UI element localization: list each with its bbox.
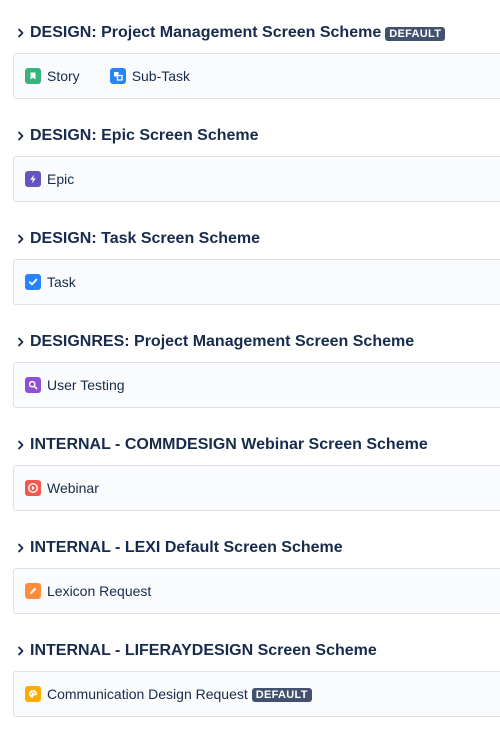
story-icon [25, 68, 41, 84]
scheme-title[interactable]: DESIGN: Epic Screen Scheme [30, 127, 259, 145]
chevron-right-icon[interactable] [17, 128, 29, 144]
scheme-header[interactable]: INTERNAL - LEXI Default Screen Scheme [17, 538, 343, 558]
communication-design-request-icon [25, 686, 41, 702]
issue-types-card: Task [13, 259, 500, 305]
issue-type-label: Task [47, 274, 76, 290]
issue-type-user-testing[interactable]: User Testing [25, 377, 125, 393]
default-badge: DEFAULT [251, 688, 312, 702]
issue-type-label: User Testing [47, 377, 125, 393]
webinar-icon [25, 480, 41, 496]
issue-type-lexicon-request[interactable]: Lexicon Request [25, 583, 151, 599]
user-testing-icon [25, 377, 41, 393]
issue-type-label: Epic [47, 171, 75, 187]
scheme-title[interactable]: DESIGN: Project Management Screen Scheme [30, 24, 381, 42]
issue-type-epic[interactable]: Epic [25, 171, 74, 187]
epic-icon [25, 171, 41, 187]
scheme-header[interactable]: DESIGN: Project Management Screen Scheme… [17, 23, 446, 43]
issue-types-card: Epic [13, 156, 500, 202]
subtask-icon [109, 68, 126, 84]
issue-type-label: Webinar [47, 480, 99, 496]
issue-types-card: Webinar [13, 465, 500, 511]
scheme-header[interactable]: INTERNAL - LIFERAYDESIGN Screen Scheme [17, 641, 377, 661]
chevron-right-icon[interactable] [17, 25, 29, 41]
default-badge: DEFAULT [385, 27, 446, 41]
scheme-title[interactable]: INTERNAL - LEXI Default Screen Scheme [30, 539, 343, 557]
issue-type-label: Lexicon Request [47, 583, 152, 599]
chevron-right-icon[interactable] [17, 643, 29, 659]
task-icon [25, 274, 41, 290]
scheme-title[interactable]: INTERNAL - COMMDESIGN Webinar Screen Sch… [30, 436, 428, 454]
issue-type-task[interactable]: Task [25, 274, 76, 290]
scheme-title[interactable]: INTERNAL - LIFERAYDESIGN Screen Scheme [30, 642, 377, 660]
scheme-header[interactable]: DESIGNRES: Project Management Screen Sch… [17, 332, 414, 352]
issue-type-story[interactable]: Story [25, 68, 80, 84]
chevron-right-icon[interactable] [17, 437, 29, 453]
lexicon-request-icon [25, 583, 41, 599]
issue-type-webinar[interactable]: Webinar [25, 480, 99, 496]
issue-types-card: User Testing [13, 362, 500, 408]
scheme-header[interactable]: DESIGN: Task Screen Scheme [17, 229, 260, 249]
issue-types-card: Communication Design Request DEFAULT [13, 671, 500, 717]
issue-type-label: Story [47, 68, 80, 84]
issue-type-label: Communication Design Request [47, 686, 248, 702]
chevron-right-icon[interactable] [17, 540, 29, 556]
issue-type-communication-design-request[interactable]: Communication Design Request DEFAULT [25, 686, 312, 702]
issue-type-label: Sub-Task [131, 68, 191, 84]
chevron-right-icon[interactable] [17, 231, 29, 247]
chevron-right-icon[interactable] [17, 334, 29, 350]
issue-types-card: Lexicon Request [13, 568, 500, 614]
scheme-header[interactable]: INTERNAL - COMMDESIGN Webinar Screen Sch… [17, 435, 428, 455]
scheme-title[interactable]: DESIGNRES: Project Management Screen Sch… [30, 333, 414, 351]
scheme-title[interactable]: DESIGN: Task Screen Scheme [30, 230, 260, 248]
issue-types-card: Story Sub-Task [13, 53, 500, 99]
scheme-header[interactable]: DESIGN: Epic Screen Scheme [17, 126, 259, 146]
issue-type-subtask[interactable]: Sub-Task [109, 68, 191, 84]
